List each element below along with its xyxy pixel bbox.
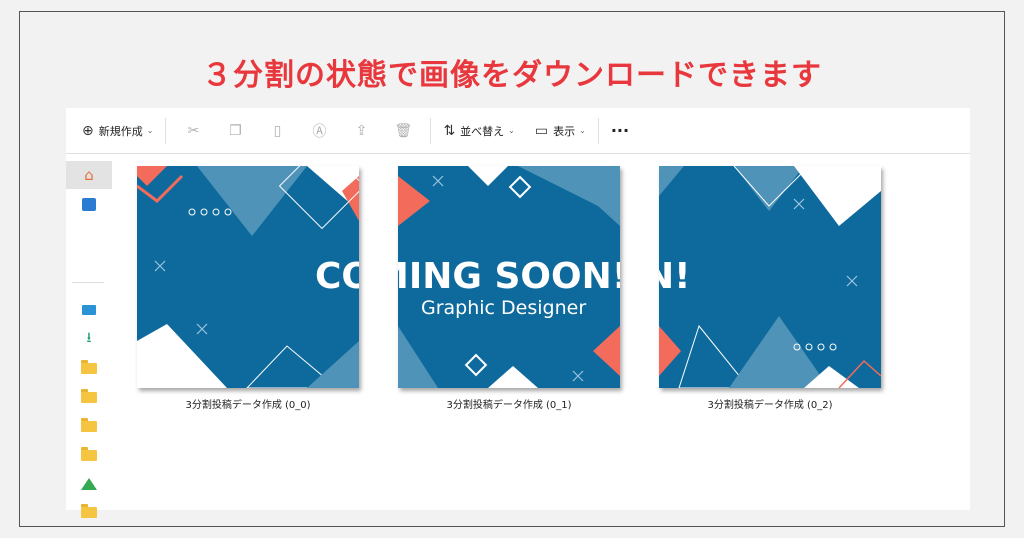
file-name: 3分割投稿データ作成 (0_0) <box>185 400 311 411</box>
page-headline: ３分割の状態で画像をダウンロードできます <box>202 58 822 93</box>
nav-folder[interactable] <box>66 441 112 469</box>
file-name: 3分割投稿データ作成 (0_1) <box>446 400 572 411</box>
download-icon: ⭳ <box>86 330 92 346</box>
view-icon: ▭ <box>534 122 549 139</box>
home-icon: ⌂ <box>84 166 94 184</box>
copy-button[interactable]: ❐ <box>214 116 256 146</box>
cut-icon: ✂ <box>187 122 200 139</box>
sort-label: 並べ替え <box>460 124 505 138</box>
thumbnail-artwork: COMING SOON! Graphic Designer <box>398 166 620 388</box>
banner-subtitle: Graphic Designer <box>421 297 586 319</box>
view-button[interactable]: ▭ 表示 ⌄ <box>529 116 592 146</box>
paste-button[interactable]: ▯ <box>256 116 298 146</box>
delete-icon: 🗑 <box>394 122 413 139</box>
rename-button[interactable]: Ⓐ <box>298 116 340 146</box>
banner-title: COMING SOON! <box>398 256 620 297</box>
nav-folder[interactable] <box>66 498 112 526</box>
banner-title-part: N! <box>659 256 691 297</box>
chevron-down-icon: ⌄ <box>146 126 154 135</box>
folder-icon <box>81 417 97 432</box>
copy-icon: ❐ <box>229 122 242 139</box>
nav-downloads[interactable]: ⭳ <box>66 325 112 353</box>
nav-home[interactable]: ⌂ <box>66 161 112 189</box>
thumbnail-artwork: CO <box>137 166 359 388</box>
more-icon: ··· <box>610 121 630 140</box>
share-button[interactable]: ⇪ <box>340 116 382 146</box>
nav-folder[interactable] <box>66 354 112 382</box>
rename-icon: Ⓐ <box>312 123 327 140</box>
folder-icon <box>81 359 97 374</box>
command-bar: ⊕ 新規作成 ⌄ ✂ ❐ ▯ Ⓐ ⇪ 🗑 ⇅ 並べ替え ⌄ ▭ 表示 ⌄ ··· <box>66 108 970 154</box>
sort-icon: ⇅ <box>443 122 456 139</box>
new-button[interactable]: ⊕ 新規作成 ⌄ <box>76 116 159 146</box>
toolbar-divider <box>430 117 432 144</box>
thumbnail-artwork: N! <box>659 166 881 388</box>
folder-icon <box>81 388 97 403</box>
nav-divider <box>72 282 104 283</box>
nav-google-drive[interactable] <box>66 470 112 498</box>
folder-icon <box>81 446 97 461</box>
nav-folder[interactable] <box>66 383 112 411</box>
file-explorer-window: ⊕ 新規作成 ⌄ ✂ ❐ ▯ Ⓐ ⇪ 🗑 ⇅ 並べ替え ⌄ ▭ 表示 ⌄ ···… <box>66 108 970 518</box>
more-button[interactable]: ··· <box>605 116 635 146</box>
share-icon: ⇪ <box>355 122 368 139</box>
nav-gallery[interactable] <box>66 190 112 218</box>
file-thumbnail[interactable]: COMING SOON! Graphic Designer <box>398 166 620 388</box>
folder-icon <box>81 503 97 518</box>
desktop-icon <box>82 305 96 315</box>
sort-button[interactable]: ⇅ 並べ替え ⌄ <box>437 116 520 146</box>
cut-button[interactable]: ✂ <box>172 116 214 146</box>
nav-desktop[interactable] <box>66 296 112 324</box>
chevron-down-icon: ⌄ <box>579 126 586 135</box>
file-thumbnail[interactable]: N! <box>659 166 881 388</box>
banner-title-part: CO <box>315 256 359 297</box>
toolbar-divider <box>165 117 167 144</box>
toolbar-divider <box>597 117 599 144</box>
navigation-pane: ⌂ ⭳ <box>66 155 112 518</box>
view-label: 表示 <box>553 124 576 138</box>
paste-icon: ▯ <box>273 122 282 139</box>
gallery-icon <box>82 197 96 211</box>
delete-button[interactable]: 🗑 <box>382 116 424 146</box>
nav-folder[interactable] <box>66 412 112 440</box>
google-drive-icon <box>81 478 97 490</box>
file-thumbnail[interactable]: CO <box>137 166 359 388</box>
file-name: 3分割投稿データ作成 (0_2) <box>707 400 833 411</box>
chevron-down-icon: ⌄ <box>508 126 515 135</box>
new-label: 新規作成 <box>98 124 143 138</box>
plus-circle-icon: ⊕ <box>82 122 94 139</box>
